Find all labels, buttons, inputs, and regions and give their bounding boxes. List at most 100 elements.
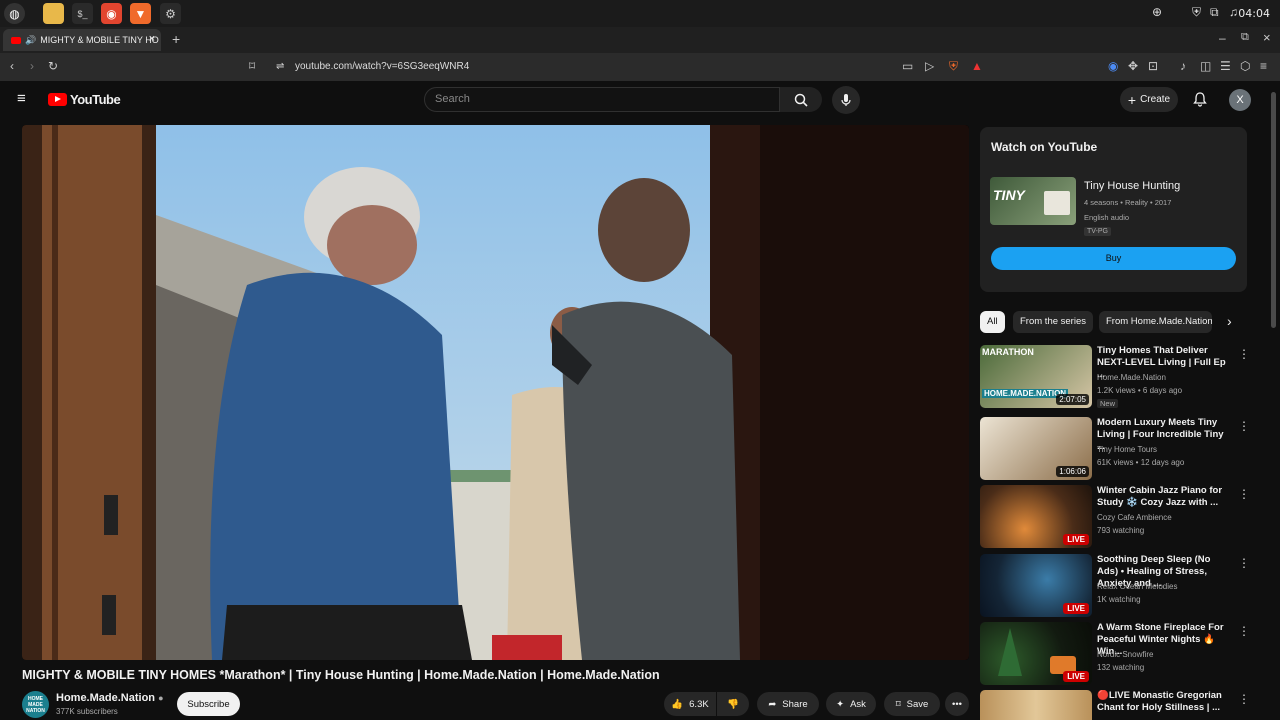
- new-tab-button[interactable]: +: [172, 31, 180, 47]
- clock[interactable]: 04:04: [1238, 7, 1270, 20]
- show-title[interactable]: Tiny House Hunting: [1084, 180, 1180, 192]
- brave-browser-icon[interactable]: ▼: [130, 3, 151, 24]
- close-tab-icon[interactable]: ×: [149, 33, 155, 45]
- recommendation-channel[interactable]: Tiny Home Tours: [1097, 445, 1157, 454]
- channel-avatar[interactable]: HOME MADE NATION: [22, 691, 49, 718]
- vpn-icon[interactable]: ⊕: [1152, 5, 1162, 19]
- recommendation-thumbnail[interactable]: LIVE: [980, 622, 1092, 685]
- microphone-icon: [841, 94, 851, 106]
- recommendation-channel[interactable]: Home.Made.Nation: [1097, 373, 1166, 382]
- subscribe-button[interactable]: Subscribe: [177, 692, 240, 716]
- dislike-button[interactable]: 👎: [717, 692, 749, 716]
- recommendation-item[interactable]: MARATHON HOME.MADE.NATION 2:07:05 Tiny H…: [980, 345, 1250, 409]
- like-count: 6.3K: [689, 698, 709, 710]
- more-options-icon[interactable]: ⋮: [1238, 347, 1250, 361]
- recommendation-item[interactable]: LIVE Soothing Deep Sleep (No Ads) • Heal…: [980, 554, 1250, 618]
- video-player[interactable]: [22, 125, 969, 660]
- more-actions-button[interactable]: •••: [945, 692, 969, 716]
- chip-from-series[interactable]: From the series: [1013, 311, 1093, 333]
- wallet-icon[interactable]: ⬡: [1240, 59, 1250, 73]
- more-options-icon[interactable]: ⋮: [1238, 419, 1250, 433]
- youtube-logo[interactable]: YouTube: [48, 92, 121, 107]
- search-button[interactable]: [780, 87, 822, 112]
- chip-all[interactable]: All: [980, 311, 1005, 333]
- share-button[interactable]: ➦ Share: [757, 692, 819, 716]
- menu-icon[interactable]: ≡: [1260, 59, 1267, 73]
- network-icon[interactable]: ⧉: [1210, 5, 1219, 20]
- bookmark-icon[interactable]: ⌑: [249, 59, 255, 73]
- browser-tab-bar: 🔊 MIGHTY & MOBILE TINY HO × + – ⧉ ×: [0, 27, 1280, 53]
- show-thumbnail[interactable]: TINY: [990, 177, 1076, 225]
- more-options-icon[interactable]: ⋮: [1238, 624, 1250, 638]
- watch-on-youtube-card: Watch on YouTube TINY Tiny House Hunting…: [980, 127, 1247, 292]
- maximize-icon[interactable]: ⧉: [1241, 31, 1249, 44]
- send-icon[interactable]: ▷: [925, 59, 934, 73]
- thumbs-down-icon: 👎: [727, 698, 739, 710]
- brave-rewards-icon[interactable]: ▲: [971, 59, 983, 73]
- page-scrollbar[interactable]: [1271, 92, 1276, 328]
- recommendation-thumbnail[interactable]: MARATHON HOME.MADE.NATION 2:07:05: [980, 345, 1092, 408]
- chips-next-icon[interactable]: ›: [1227, 313, 1232, 329]
- music-tray-icon[interactable]: ♫: [1229, 5, 1238, 19]
- address-bar[interactable]: ⇌ youtube.com/watch?v=6SG3eeqWNR4: [270, 56, 990, 78]
- cast-icon[interactable]: ▭: [902, 59, 913, 73]
- browser-tab[interactable]: 🔊 MIGHTY & MOBILE TINY HO ×: [3, 29, 161, 51]
- filter-chips: All From the series From Home.Made.Natio…: [980, 311, 1240, 333]
- tab-title: MIGHTY & MOBILE TINY HO: [40, 35, 159, 45]
- extension-icon-1[interactable]: ◉: [1108, 59, 1118, 73]
- minimize-icon[interactable]: –: [1219, 31, 1226, 45]
- reading-list-icon[interactable]: ☰: [1220, 59, 1231, 73]
- more-options-icon[interactable]: ⋮: [1238, 487, 1250, 501]
- extensions-icon[interactable]: ✥: [1128, 59, 1138, 73]
- audio-playing-icon[interactable]: 🔊: [25, 35, 36, 46]
- channel-name[interactable]: Home.Made.Nation ●: [56, 692, 164, 704]
- live-badge: LIVE: [1063, 603, 1089, 614]
- account-avatar[interactable]: X: [1229, 89, 1251, 111]
- recommendation-channel[interactable]: Nordic Snowfire: [1097, 650, 1153, 659]
- save-button[interactable]: ⌑ Save: [884, 692, 940, 716]
- recommendation-item[interactable]: 1:06:06 Modern Luxury Meets Tiny Living …: [980, 417, 1250, 481]
- terminal-icon[interactable]: $_: [72, 3, 93, 24]
- recommendation-item[interactable]: LIVE A Warm Stone Fireplace For Peaceful…: [980, 622, 1250, 686]
- recommendation-channel[interactable]: Cozy Cafe Ambience: [1097, 513, 1172, 522]
- more-options-icon[interactable]: ⋮: [1238, 556, 1250, 570]
- forward-icon[interactable]: ›: [30, 59, 34, 73]
- recommendation-thumbnail[interactable]: 1:06:06: [980, 417, 1092, 480]
- like-button[interactable]: 👍 6.3K: [664, 692, 716, 716]
- recommendation-title[interactable]: Winter Cabin Jazz Piano for Study ❄️ Coz…: [1097, 485, 1229, 509]
- notifications-bell-icon[interactable]: [1193, 92, 1207, 107]
- search-input[interactable]: Search: [424, 87, 780, 112]
- recommendation-thumbnail[interactable]: LIVE: [980, 554, 1092, 617]
- recommendation-item[interactable]: LIVE Winter Cabin Jazz Piano for Study ❄…: [980, 485, 1250, 549]
- media-icon[interactable]: ♪: [1180, 59, 1186, 73]
- ask-label: Ask: [850, 698, 866, 710]
- recommendation-item[interactable]: 🔴LIVE Monastic Gregorian Chant for Holy …: [980, 690, 1250, 720]
- brave-shields-icon[interactable]: ⛨: [949, 59, 958, 74]
- recommendation-thumbnail[interactable]: LIVE: [980, 485, 1092, 548]
- channel-name-text: Home.Made.Nation: [56, 692, 156, 704]
- os-taskbar: ◍ $_ ◉ ▼ ⚙ ⊕ ⛨ ⧉ ♫ 04:04: [0, 0, 1280, 27]
- site-info-icon[interactable]: ⇌: [276, 56, 284, 78]
- share-label: Share: [782, 698, 808, 710]
- video-title: MIGHTY & MOBILE TINY HOMES *Marathon* | …: [22, 668, 660, 682]
- more-options-icon[interactable]: ⋮: [1238, 692, 1250, 706]
- create-button[interactable]: + Create: [1120, 87, 1178, 112]
- buy-button[interactable]: Buy: [991, 247, 1236, 270]
- app-icon[interactable]: ◉: [101, 3, 122, 24]
- reload-icon[interactable]: ↻: [48, 59, 58, 73]
- close-window-icon[interactable]: ×: [1263, 30, 1271, 45]
- sidebar-icon[interactable]: ◫: [1200, 59, 1211, 73]
- ask-button[interactable]: ✦ Ask: [826, 692, 876, 716]
- mint-menu-icon[interactable]: ◍: [4, 3, 25, 24]
- shield-tray-icon[interactable]: ⛨: [1192, 5, 1201, 20]
- files-icon[interactable]: [43, 3, 64, 24]
- settings-app-icon[interactable]: ⚙: [160, 3, 181, 24]
- hamburger-menu-icon[interactable]: ≡: [17, 90, 26, 107]
- recommendation-thumbnail[interactable]: [980, 690, 1092, 720]
- voice-search-button[interactable]: [832, 86, 860, 114]
- back-icon[interactable]: ‹: [10, 59, 14, 73]
- recommendation-channel[interactable]: Relax Ocean Melodies: [1097, 582, 1177, 591]
- chip-from-channel[interactable]: From Home.Made.Nation: [1099, 311, 1212, 333]
- extension-icon-2[interactable]: ⊡: [1148, 59, 1158, 73]
- recommendation-title[interactable]: 🔴LIVE Monastic Gregorian Chant for Holy …: [1097, 690, 1229, 714]
